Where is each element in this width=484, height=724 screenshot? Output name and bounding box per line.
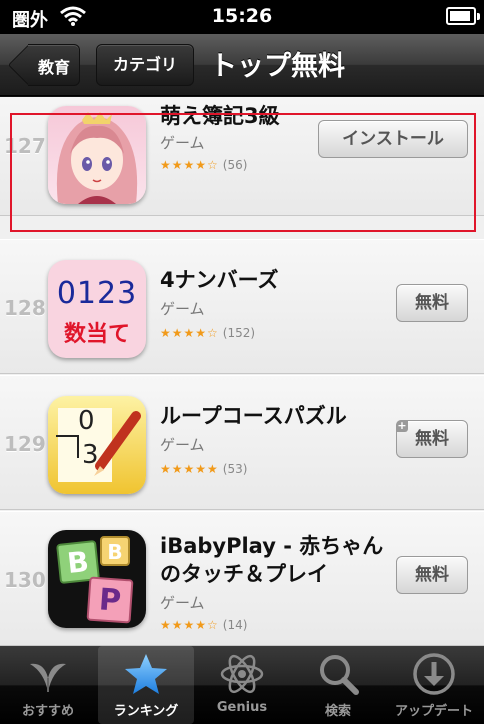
- rank-number: 129: [4, 432, 46, 456]
- tab-label: おすすめ: [21, 704, 74, 719]
- search-icon: [314, 652, 362, 696]
- icon-digits: 0123: [56, 276, 138, 311]
- rating-stars-glyphs: ★★★★☆: [160, 326, 219, 340]
- app-category: ゲーム: [160, 300, 205, 318]
- free-button-label: 無料: [415, 429, 449, 449]
- tab-bar: おすすめ ランキング Genius 検索 アップデート: [0, 646, 484, 724]
- app-category: ゲーム: [160, 594, 205, 612]
- rating-stars-glyphs: ★★★★★: [160, 462, 219, 476]
- review-count: (53): [222, 462, 248, 476]
- free-button[interactable]: 無料: [396, 284, 468, 322]
- loop-puzzle-icon[interactable]: 0 3: [48, 396, 146, 494]
- status-bar: 圏外 15:26: [0, 0, 484, 34]
- highlight-box: [10, 113, 476, 232]
- plus-badge-icon: +: [396, 419, 408, 432]
- letter-blocks-icon[interactable]: B B P: [48, 530, 146, 628]
- icon-caption: 数当て: [63, 322, 130, 347]
- list-item[interactable]: 128 0123 数当て 4ナンバーズ ゲーム ★★★★☆ (152) 無料: [0, 239, 484, 374]
- tab-featured[interactable]: おすすめ: [0, 646, 96, 724]
- tab-label: ランキング: [113, 704, 179, 719]
- block-p-icon: P: [86, 576, 134, 624]
- category-button[interactable]: カテゴリ: [96, 44, 194, 86]
- battery-level: [450, 11, 470, 21]
- star-icon: [122, 652, 170, 696]
- rating-stars: ★★★★☆ (14): [160, 618, 247, 632]
- tab-label: Genius: [216, 700, 268, 715]
- app-category: ゲーム: [160, 436, 205, 454]
- tab-label: アップデート: [394, 704, 473, 719]
- app-name: iBabyPlay - 赤ちゃんのタッチ＆プレイ: [160, 534, 384, 586]
- rating-stars: ★★★★☆ (152): [160, 326, 255, 340]
- featured-icon: [24, 652, 72, 696]
- rating-stars: ★★★★★ (53): [160, 462, 247, 476]
- free-button[interactable]: + 無料: [396, 420, 468, 458]
- tab-search[interactable]: 検索: [290, 646, 386, 724]
- rating-stars-glyphs: ★★★★☆: [160, 618, 219, 632]
- clock: 15:26: [211, 5, 273, 27]
- tab-genius[interactable]: Genius: [194, 646, 290, 724]
- app-name: ループコースパズル: [160, 404, 347, 428]
- battery-icon: [446, 7, 480, 25]
- atom-icon: [218, 652, 266, 696]
- tab-ranking[interactable]: ランキング: [98, 646, 194, 724]
- block-b-small-icon: B: [100, 536, 130, 566]
- number-game-icon[interactable]: 0123 数当て: [48, 260, 146, 358]
- back-button-label: 教育: [37, 58, 70, 77]
- review-count: (152): [222, 326, 256, 340]
- free-button[interactable]: 無料: [396, 556, 468, 594]
- page-title: トップ無料: [210, 51, 345, 82]
- nav-bar: 教育 カテゴリ トップ無料: [0, 34, 484, 96]
- list-item[interactable]: 130 B B P iBabyPlay - 赤ちゃんのタッチ＆プレイ ゲーム ★…: [0, 511, 484, 646]
- back-button[interactable]: 教育: [7, 43, 80, 87]
- app-name: 4ナンバーズ: [160, 268, 279, 292]
- list-item[interactable]: 129 0 3 ループコースパズル ゲーム ★★★★★ (53) + 無料: [0, 375, 484, 510]
- review-count: (14): [222, 618, 248, 632]
- tab-label: 検索: [324, 704, 351, 719]
- icon-digit-bottom: 3: [82, 440, 99, 470]
- download-icon: [410, 652, 458, 696]
- rank-number: 128: [4, 296, 46, 320]
- tab-updates[interactable]: アップデート: [386, 646, 482, 724]
- icon-digit-top: 0: [78, 406, 95, 436]
- rank-number: 130: [4, 568, 46, 592]
